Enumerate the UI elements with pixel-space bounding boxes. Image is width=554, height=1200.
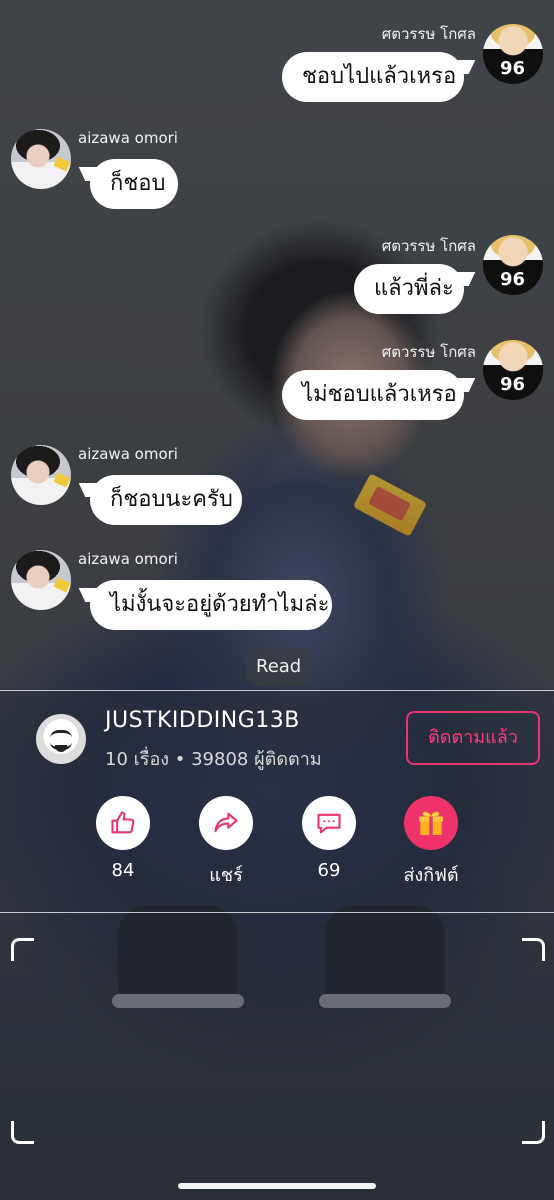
message-bubble[interactable]: ก็ชอบ: [90, 159, 178, 209]
author-avatar[interactable]: [36, 714, 86, 764]
divider-top: [0, 690, 554, 691]
frame-corner-top-right: [522, 938, 545, 961]
comment-action[interactable]: 69: [289, 796, 369, 881]
gift-icon: [419, 811, 443, 835]
message-bubble[interactable]: ก็ชอบนะครับ: [90, 475, 242, 525]
like-action[interactable]: 84: [83, 796, 163, 881]
share-label: แชร์: [209, 865, 243, 886]
avatar-sender-left[interactable]: [11, 445, 71, 505]
message-sender: aizawa omori: [78, 550, 178, 568]
share-action[interactable]: แชร์: [186, 796, 266, 889]
frame-corner-top-left: [11, 938, 34, 961]
read-status-badge: Read: [246, 648, 312, 686]
share-button[interactable]: [199, 796, 253, 850]
gift-label: ส่งกิฟต์: [403, 865, 459, 886]
comment-button[interactable]: [302, 796, 356, 850]
home-indicator[interactable]: [178, 1183, 376, 1189]
comment-icon: [317, 813, 341, 834]
gift-button[interactable]: [404, 796, 458, 850]
comment-count: 69: [317, 860, 341, 881]
avatar-sender-right[interactable]: [483, 340, 543, 400]
following-button[interactable]: ติดตามแล้ว: [406, 711, 540, 765]
frame-corner-bottom-right: [522, 1121, 545, 1144]
message-sender: ศตวรรษ โกศล: [381, 343, 476, 361]
like-button[interactable]: [96, 796, 150, 850]
message-bubble[interactable]: แล้วพี่ล่ะ: [354, 264, 464, 314]
message-bubble[interactable]: ไม่งั้นจะอยู่ด้วยทำไมล่ะ: [90, 580, 332, 630]
avatar-sender-left[interactable]: [11, 550, 71, 610]
divider-bottom: [0, 912, 554, 913]
message-bubble[interactable]: ชอบไปแล้วเหรอ: [282, 52, 464, 102]
message-sender: ศตวรรษ โกศล: [381, 25, 476, 43]
like-count: 84: [111, 860, 135, 881]
message-bubble[interactable]: ไม่ชอบแล้วเหรอ: [282, 370, 464, 420]
author-stats: 10 เรื่อง • 39808 ผู้ติดตาม: [105, 749, 322, 770]
avatar-sender-right[interactable]: [483, 24, 543, 84]
frame-corner-bottom-left: [11, 1121, 34, 1144]
thumbs-up-icon: [111, 811, 135, 834]
message-sender: ศตวรรษ โกศล: [381, 237, 476, 255]
avatar-sender-right[interactable]: [483, 235, 543, 295]
message-sender: aizawa omori: [78, 445, 178, 463]
gift-action[interactable]: ส่งกิฟต์: [391, 796, 471, 889]
avatar-sender-left[interactable]: [11, 129, 71, 189]
share-arrow-icon: [214, 812, 238, 833]
message-sender: aizawa omori: [78, 129, 178, 147]
author-name[interactable]: JUSTKIDDING13B: [105, 708, 300, 733]
